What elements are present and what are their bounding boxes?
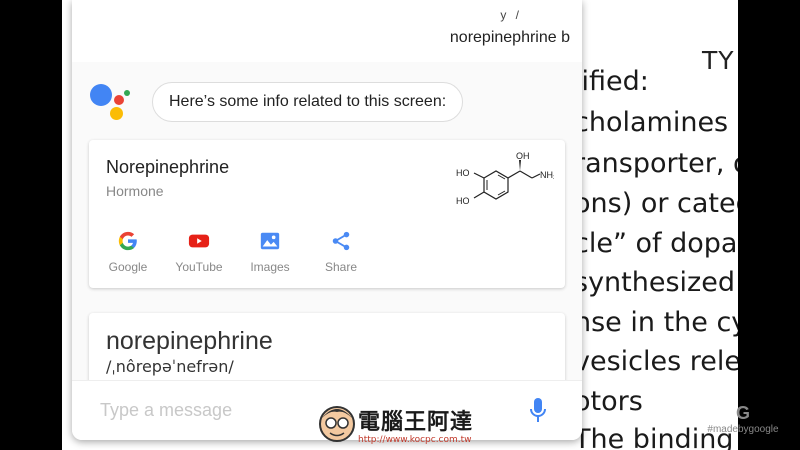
kocpc-url: http://www.kocpc.com.tw [358, 435, 472, 445]
molecule-label: HO [456, 168, 470, 178]
google-g-icon: G [735, 403, 750, 423]
madebygoogle-text: #madebygoogle [707, 424, 779, 435]
snippet-fragment: y / [500, 8, 522, 22]
assistant-message-bubble: Here’s some info related to this screen: [152, 82, 464, 122]
google-search-button[interactable]: Google [92, 230, 164, 274]
phone-screen: TY lified: cholamines o ransporter, o on… [62, 0, 738, 450]
google-icon [118, 231, 137, 251]
definition-pronunciation: /ˌnôrepəˈnefrən/ [106, 357, 234, 376]
google-assistant-icon [90, 80, 140, 124]
madebygoogle-watermark: G #madebygoogle [698, 403, 788, 443]
background-line: nse in the cyt [574, 307, 738, 338]
assistant-message-text: Here’s some info related to this screen: [169, 93, 447, 110]
background-line: cle” of dopar [574, 228, 738, 259]
background-line: ransporter, o [574, 148, 738, 179]
microphone-icon[interactable] [528, 397, 548, 425]
card-subtitle: Hormone [106, 183, 164, 199]
molecule-label: OH [516, 151, 530, 161]
kocpc-title: 電腦王阿達 [358, 410, 474, 435]
background-line: ons) or cated [574, 188, 738, 219]
knowledge-card[interactable]: Norepinephrine Hormone HO HO OH NH₂ [89, 140, 565, 288]
assistant-dot-blue [90, 84, 112, 106]
assistant-dot-green [124, 90, 130, 96]
snippet-text: norepinephrine b [449, 29, 570, 46]
mascot-icon [319, 406, 355, 442]
images-button[interactable]: Images [234, 230, 306, 274]
youtube-label: YouTube [175, 260, 223, 274]
assistant-panel: y / norepinephrine b Here’s some info re… [72, 0, 582, 440]
molecule-label: HO [456, 196, 470, 206]
images-label: Images [250, 260, 290, 274]
background-line: otors [574, 386, 643, 417]
background-line: cholamines o [574, 107, 738, 138]
card-title: Norepinephrine [106, 157, 230, 177]
assistant-dot-yellow [110, 107, 123, 120]
share-button[interactable]: Share [305, 230, 377, 274]
kocpc-watermark: 電腦王阿達 http://www.kocpc.com.tw [318, 400, 498, 448]
youtube-button[interactable]: YouTube [163, 230, 235, 274]
share-icon [332, 231, 350, 251]
background-heading: TY [702, 46, 735, 75]
background-line: vesicles relea [574, 346, 738, 377]
youtube-icon [188, 234, 210, 248]
google-label: Google [108, 260, 148, 274]
molecule-label: NH₂ [540, 170, 554, 180]
molecule-structure-image: HO HO OH NH₂ [456, 151, 554, 206]
background-line: lified: [574, 66, 649, 97]
background-line: synthesized [574, 267, 735, 298]
assistant-dot-red [114, 95, 124, 105]
images-icon [260, 232, 280, 250]
screen-context-snippet: y / norepinephrine b [72, 0, 582, 62]
share-label: Share [324, 260, 358, 274]
definition-word: norepinephrine [106, 327, 273, 355]
